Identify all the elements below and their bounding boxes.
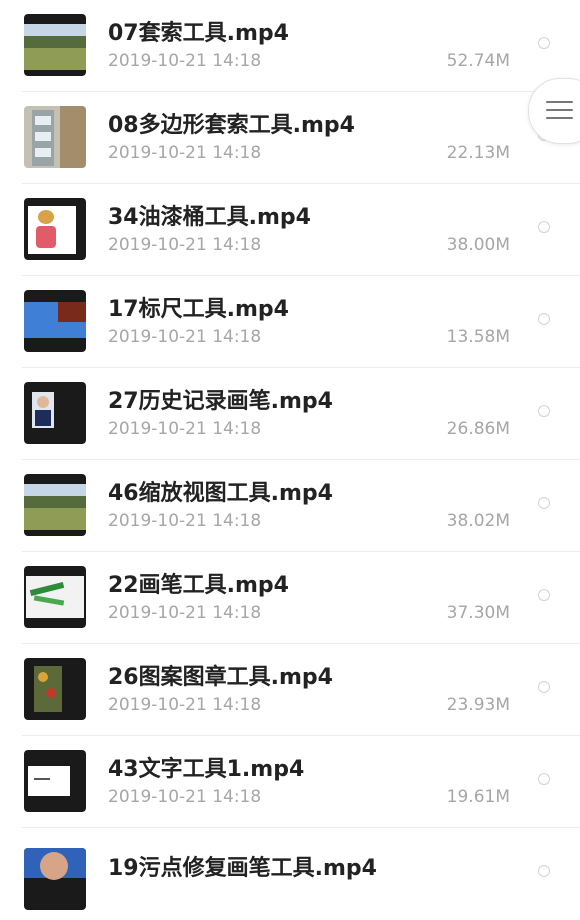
text-thumbnail-icon bbox=[24, 750, 86, 812]
file-row[interactable]: 46缩放视图工具.mp4 2019-10-21 14:18 38.02M bbox=[0, 460, 580, 552]
sky-thumbnail-icon bbox=[24, 290, 86, 352]
file-size: 13.58M bbox=[446, 327, 510, 347]
file-row[interactable]: 27历史记录画笔.mp4 2019-10-21 14:18 26.86M bbox=[0, 368, 580, 460]
file-row[interactable]: 08多边形套索工具.mp4 2019-10-21 14:18 22.13M bbox=[0, 92, 580, 184]
select-radio[interactable] bbox=[538, 865, 550, 877]
landscape-thumbnail-icon bbox=[24, 474, 86, 536]
file-row[interactable]: 26图案图章工具.mp4 2019-10-21 14:18 23.93M bbox=[0, 644, 580, 736]
portrait-thumbnail-icon bbox=[24, 382, 86, 444]
file-date: 2019-10-21 14:18 bbox=[108, 787, 262, 807]
select-radio[interactable] bbox=[538, 681, 550, 693]
file-row[interactable]: 07套索工具.mp4 2019-10-21 14:18 52.74M bbox=[0, 0, 580, 92]
brush-thumbnail-icon bbox=[24, 566, 86, 628]
file-date: 2019-10-21 14:18 bbox=[108, 603, 262, 623]
file-size: 38.00M bbox=[446, 235, 510, 255]
file-date: 2019-10-21 14:18 bbox=[108, 143, 262, 163]
file-row[interactable]: 19污点修复画笔工具.mp4 bbox=[0, 828, 580, 920]
file-size: 52.74M bbox=[446, 51, 510, 71]
file-name: 19污点修复画笔工具.mp4 bbox=[108, 856, 377, 881]
file-name: 46缩放视图工具.mp4 bbox=[108, 481, 333, 506]
select-radio[interactable] bbox=[538, 221, 550, 233]
file-row[interactable]: 17标尺工具.mp4 2019-10-21 14:18 13.58M bbox=[0, 276, 580, 368]
file-date: 2019-10-21 14:18 bbox=[108, 235, 262, 255]
file-date: 2019-10-21 14:18 bbox=[108, 51, 262, 71]
file-name: 27历史记录画笔.mp4 bbox=[108, 389, 333, 414]
select-radio[interactable] bbox=[538, 37, 550, 49]
file-date: 2019-10-21 14:18 bbox=[108, 419, 262, 439]
file-name: 08多边形套索工具.mp4 bbox=[108, 113, 355, 138]
fruit-thumbnail-icon bbox=[24, 658, 86, 720]
file-name: 17标尺工具.mp4 bbox=[108, 297, 289, 322]
file-size: 38.02M bbox=[446, 511, 510, 531]
select-radio[interactable] bbox=[538, 497, 550, 509]
file-date: 2019-10-21 14:18 bbox=[108, 511, 262, 531]
cartoon-girl-thumbnail-icon bbox=[24, 198, 86, 260]
face-thumbnail-icon bbox=[24, 848, 86, 910]
file-size: 37.30M bbox=[446, 603, 510, 623]
select-radio[interactable] bbox=[538, 313, 550, 325]
file-name: 22画笔工具.mp4 bbox=[108, 573, 289, 598]
file-date: 2019-10-21 14:18 bbox=[108, 327, 262, 347]
file-size: 22.13M bbox=[446, 143, 510, 163]
file-name: 43文字工具1.mp4 bbox=[108, 757, 305, 782]
select-radio[interactable] bbox=[538, 773, 550, 785]
file-size: 19.61M bbox=[446, 787, 510, 807]
file-name: 34油漆桶工具.mp4 bbox=[108, 205, 311, 230]
landscape-thumbnail-icon bbox=[24, 14, 86, 76]
file-row[interactable]: 22画笔工具.mp4 2019-10-21 14:18 37.30M bbox=[0, 552, 580, 644]
building-thumbnail-icon bbox=[24, 106, 86, 168]
file-row[interactable]: 43文字工具1.mp4 2019-10-21 14:18 19.61M bbox=[0, 736, 580, 828]
file-size: 26.86M bbox=[446, 419, 510, 439]
select-radio[interactable] bbox=[538, 405, 550, 417]
file-name: 07套索工具.mp4 bbox=[108, 21, 289, 46]
file-size: 23.93M bbox=[446, 695, 510, 715]
file-name: 26图案图章工具.mp4 bbox=[108, 665, 333, 690]
file-row[interactable]: 34油漆桶工具.mp4 2019-10-21 14:18 38.00M bbox=[0, 184, 580, 276]
select-radio[interactable] bbox=[538, 589, 550, 601]
file-date: 2019-10-21 14:18 bbox=[108, 695, 262, 715]
